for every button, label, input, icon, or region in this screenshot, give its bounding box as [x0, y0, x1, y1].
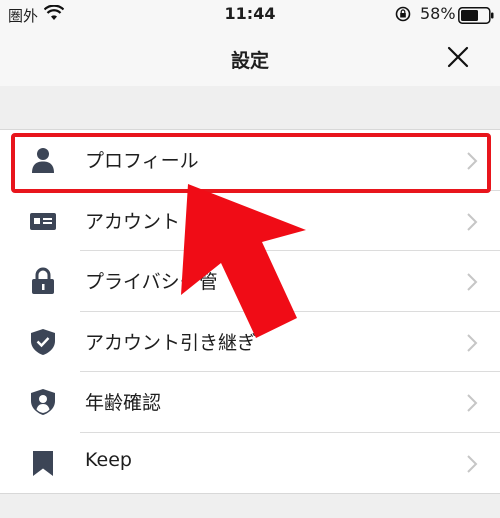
chevron-right-icon — [467, 454, 478, 473]
nav-bar: 設定 — [0, 30, 500, 86]
rotation-lock-icon — [395, 6, 411, 22]
close-icon[interactable] — [446, 45, 470, 69]
battery-percent: 58% — [420, 4, 456, 23]
person-icon — [32, 148, 54, 173]
menu-item-label: アカウント引き継ぎ — [85, 331, 257, 354]
menu-item-profile[interactable]: プロフィール — [0, 130, 500, 191]
chevron-right-icon — [467, 394, 478, 412]
menu-item-label: プロフィール — [85, 150, 199, 172]
menu-item-label: Keep — [85, 448, 132, 471]
menu-item-keep[interactable]: Keep — [0, 432, 500, 493]
menu-item-label: 年齢確認 — [85, 392, 162, 414]
menu-item-age-verification[interactable]: 年齢確認 — [0, 372, 500, 433]
menu-item-label: プライバシー管 — [85, 271, 218, 293]
menu-item-privacy[interactable]: プライバシー管 — [0, 251, 500, 312]
chevron-right-icon — [467, 273, 478, 291]
shield-person-icon — [31, 389, 55, 415]
section-gap — [0, 493, 500, 518]
chevron-right-icon — [467, 333, 478, 352]
id-card-icon — [30, 212, 56, 230]
settings-list: プロフィール アカウント プライバシー管 アカウント引き継ぎ 年齢確認 Keep — [0, 130, 500, 493]
status-bar: 圏外 11:44 58% — [0, 0, 500, 30]
lock-icon — [32, 267, 54, 294]
battery-icon — [458, 7, 494, 24]
chevron-right-icon — [467, 212, 478, 231]
page-title: 設定 — [230, 50, 269, 72]
section-gap — [0, 86, 500, 130]
menu-item-account[interactable]: アカウント — [0, 190, 500, 251]
menu-item-account-transfer[interactable]: アカウント引き継ぎ — [0, 311, 500, 372]
chevron-right-icon — [467, 152, 478, 170]
bookmark-icon — [33, 450, 53, 476]
shield-check-icon — [31, 328, 55, 355]
menu-item-label: アカウント — [85, 210, 181, 233]
